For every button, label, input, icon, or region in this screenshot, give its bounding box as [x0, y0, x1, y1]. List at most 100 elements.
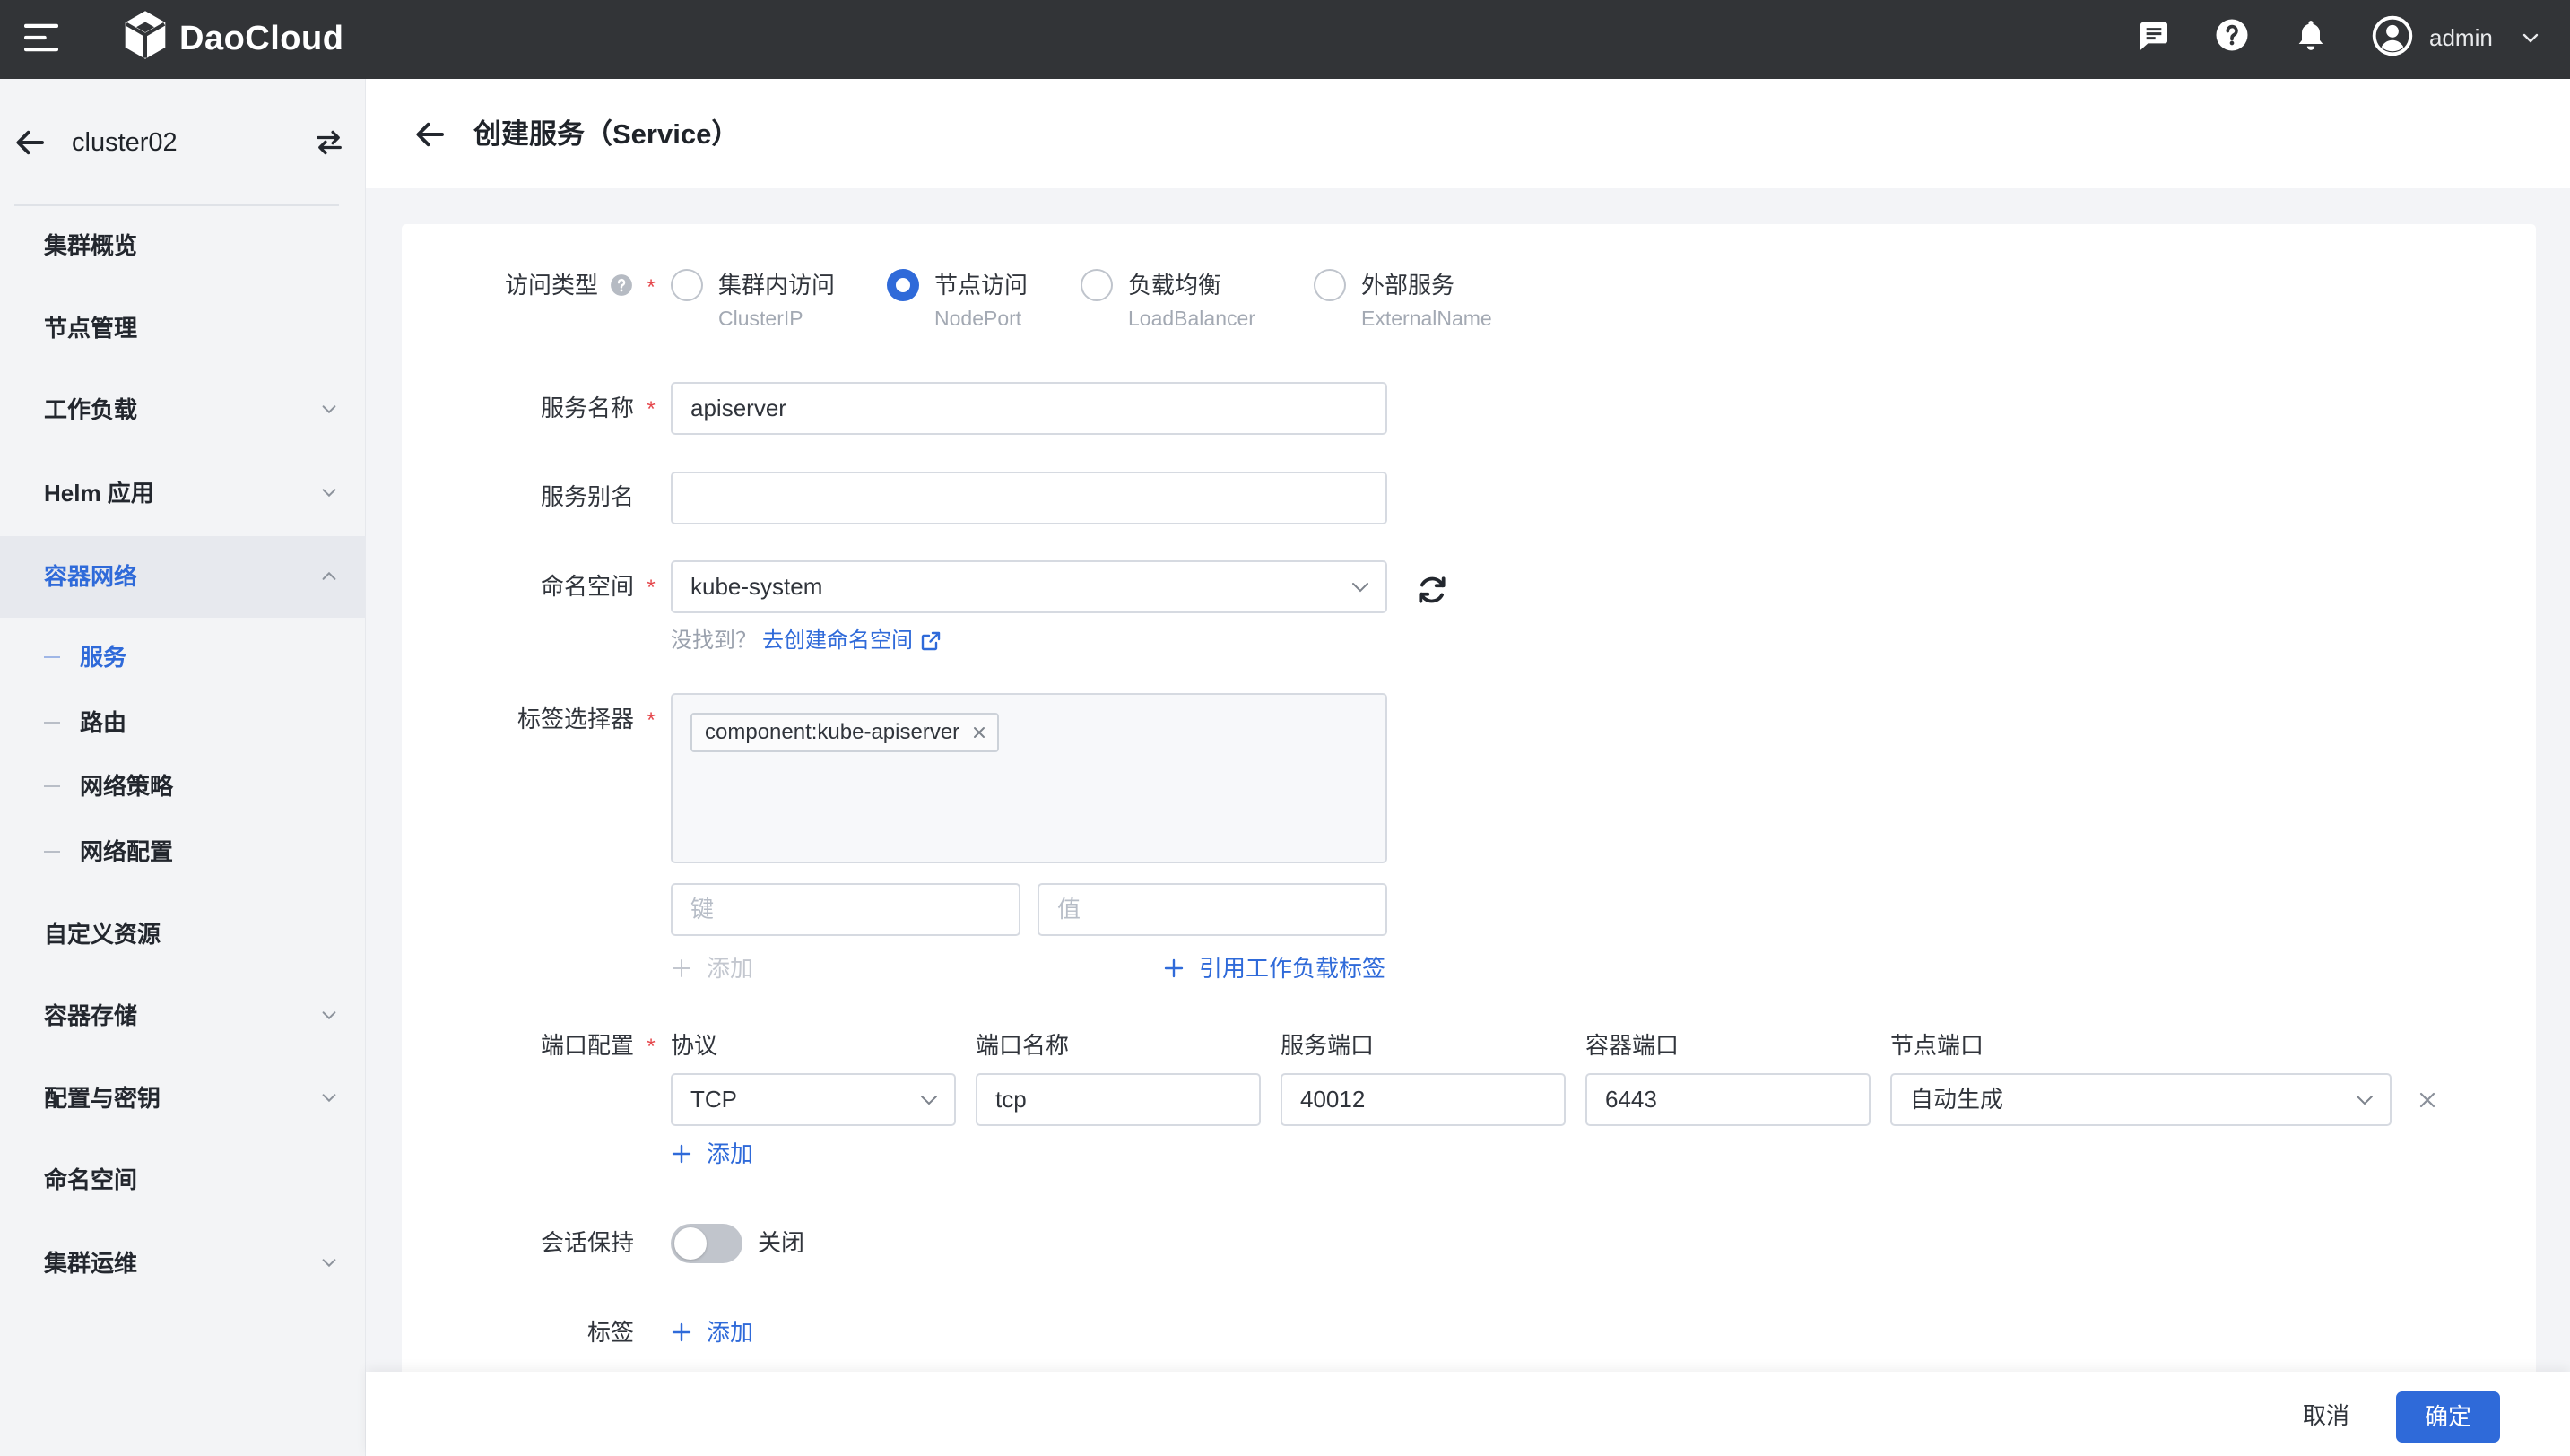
- reference-workload-labels-text: 引用工作负载标签: [1199, 955, 1386, 982]
- add-labels-text: 添加: [707, 1319, 754, 1346]
- daocloud-logo-icon[interactable]: [121, 9, 169, 61]
- username[interactable]: admin: [2429, 20, 2493, 56]
- radio-button[interactable]: [1314, 269, 1346, 301]
- namespace-select-value: kube-system: [690, 573, 823, 600]
- sidebar-item-label: 自定义资源: [44, 921, 161, 948]
- remove-port-icon[interactable]: [2417, 1089, 2438, 1111]
- radio-option-clusterip[interactable]: 集群内访问 ClusterIP: [671, 269, 886, 335]
- sidebar-subitem-label: 网络配置: [80, 838, 174, 865]
- create-namespace-link[interactable]: 去创建命名空间: [762, 625, 913, 657]
- add-port-button[interactable]: 添加: [671, 1138, 753, 1170]
- radio-sublabel: NodePort: [934, 307, 1022, 330]
- namespace-select[interactable]: kube-system: [671, 560, 1387, 613]
- radio-option-externalname[interactable]: 外部服务 ExternalName: [1314, 269, 1529, 335]
- label-value-input[interactable]: [1038, 883, 1387, 936]
- add-label-button[interactable]: 添加: [671, 952, 753, 984]
- session-affinity-state: 关闭: [758, 1229, 805, 1256]
- refresh-icon[interactable]: [1415, 573, 1449, 607]
- port-name-input[interactable]: [976, 1073, 1261, 1126]
- service-name-input[interactable]: [671, 382, 1387, 435]
- bell-icon[interactable]: [2293, 16, 2329, 54]
- service-alias-input[interactable]: [671, 472, 1387, 524]
- add-port-text: 添加: [707, 1140, 754, 1167]
- chevron-down-icon: [1350, 578, 1371, 596]
- session-affinity-toggle[interactable]: [671, 1224, 742, 1263]
- sidebar-subitem-label: 路由: [80, 709, 127, 736]
- chevron-down-icon: [918, 1091, 940, 1109]
- sidebar-item-label: 工作负载: [44, 396, 138, 423]
- radio-button[interactable]: [887, 269, 919, 301]
- menu-icon[interactable]: [24, 23, 58, 52]
- sidebar-item-helm-apps[interactable]: Helm 应用: [0, 461, 366, 525]
- help-icon[interactable]: [610, 273, 633, 297]
- close-icon[interactable]: [970, 724, 988, 741]
- column-header-protocol: 协议: [671, 1032, 718, 1059]
- user-avatar-icon[interactable]: [2372, 15, 2413, 56]
- plus-icon: [1163, 958, 1185, 979]
- help-icon[interactable]: [2214, 17, 2250, 53]
- subitem-dash: [44, 785, 60, 787]
- node-port-select-value: 自动生成: [1910, 1086, 2004, 1113]
- radio-button[interactable]: [671, 269, 703, 301]
- chevron-down-icon: [319, 1254, 339, 1272]
- sidebar-item-cluster-overview[interactable]: 集群概览: [0, 213, 366, 278]
- radio-label: 节点访问: [934, 272, 1029, 299]
- radio-button[interactable]: [1081, 269, 1113, 301]
- confirm-button[interactable]: 确定: [2396, 1391, 2500, 1443]
- sidebar-item-cluster-ops[interactable]: 集群运维: [0, 1231, 366, 1296]
- switch-cluster-icon[interactable]: [314, 129, 344, 156]
- sidebar-item-node-management[interactable]: 节点管理: [0, 296, 366, 360]
- sidebar-item-label: 集群概览: [44, 232, 138, 259]
- sidebar-item-label: 命名空间: [44, 1166, 138, 1193]
- label-key-input[interactable]: [671, 883, 1020, 936]
- port-config-label: 端口配置: [540, 1032, 634, 1059]
- container-port-input[interactable]: [1585, 1073, 1871, 1126]
- column-header-service-port: 服务端口: [1281, 1032, 1375, 1059]
- sidebar-subitem-network-policies[interactable]: 网络策略: [0, 759, 366, 813]
- plus-icon: [671, 1322, 692, 1343]
- sidebar-subitem-network-config[interactable]: 网络配置: [0, 825, 366, 879]
- sidebar-item-workloads[interactable]: 工作负载: [0, 377, 366, 442]
- column-header-container-port: 容器端口: [1585, 1032, 1680, 1059]
- brand-name[interactable]: DaoCloud: [179, 13, 343, 64]
- namespace-hint-row: 没找到？ 去创建命名空间: [671, 625, 942, 657]
- radio-option-nodeport[interactable]: 节点访问 NodePort: [887, 269, 1102, 335]
- namespace-label: 命名空间: [540, 573, 634, 600]
- column-header-port-name: 端口名称: [976, 1032, 1070, 1059]
- sidebar-subitem-services[interactable]: 服务: [0, 630, 366, 684]
- radio-option-loadbalancer[interactable]: 负载均衡 LoadBalancer: [1081, 269, 1296, 335]
- sidebar-item-custom-resources[interactable]: 自定义资源: [0, 902, 366, 966]
- node-port-select[interactable]: 自动生成: [1890, 1073, 2392, 1126]
- sidebar-item-config-secrets[interactable]: 配置与密钥: [0, 1066, 366, 1131]
- sidebar-item-container-network[interactable]: 容器网络: [0, 544, 366, 609]
- sidebar-subitem-routes[interactable]: 路由: [0, 696, 366, 750]
- chevron-down-icon[interactable]: [2520, 27, 2541, 48]
- namespace-not-found-hint: 没找到？: [671, 628, 757, 653]
- sidebar-item-namespaces[interactable]: 命名空间: [0, 1148, 366, 1212]
- required-mark: *: [647, 1035, 656, 1059]
- radio-label: 外部服务: [1361, 272, 1455, 299]
- service-port-input[interactable]: [1281, 1073, 1566, 1126]
- subitem-dash: [44, 851, 60, 853]
- protocol-select[interactable]: TCP: [671, 1073, 956, 1126]
- sidebar-item-label: 容器网络: [44, 563, 138, 590]
- back-arrow-icon[interactable]: [14, 130, 45, 155]
- required-mark: *: [647, 275, 656, 299]
- reference-workload-labels-button[interactable]: 引用工作负载标签: [1163, 952, 1385, 984]
- chevron-down-icon: [2354, 1091, 2375, 1109]
- add-labels-button[interactable]: 添加: [671, 1316, 753, 1348]
- sidebar-item-label: 配置与密钥: [44, 1085, 161, 1112]
- sidebar-item-label: Helm 应用: [44, 480, 154, 507]
- label-tag-text: component:kube-apiserver: [705, 720, 960, 744]
- label-tag[interactable]: component:kube-apiserver: [690, 713, 1000, 752]
- back-arrow-icon[interactable]: [414, 122, 445, 147]
- sidebar-divider: [14, 204, 339, 206]
- cancel-button[interactable]: 取消: [2281, 1395, 2371, 1436]
- external-link-icon[interactable]: [920, 630, 942, 652]
- label-selector-label: 标签选择器: [517, 706, 634, 732]
- sidebar-item-container-storage[interactable]: 容器存储: [0, 984, 366, 1048]
- footer-bar: [366, 1372, 2570, 1456]
- toggle-knob: [674, 1227, 707, 1260]
- chevron-down-icon: [319, 401, 339, 419]
- message-icon[interactable]: [2136, 18, 2172, 54]
